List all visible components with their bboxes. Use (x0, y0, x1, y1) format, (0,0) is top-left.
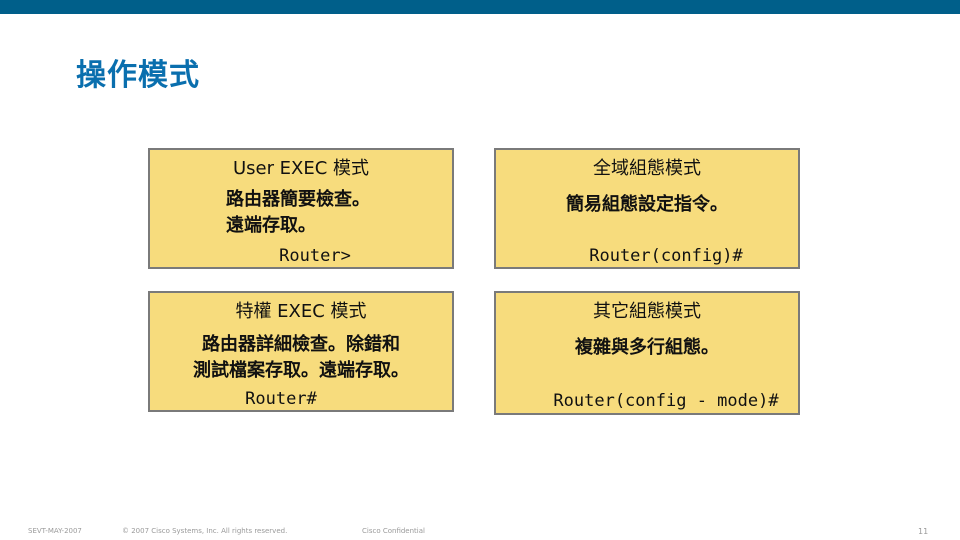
slide-title: 操作模式 (76, 58, 200, 93)
description-line: 路由器簡要檢查。 (226, 189, 370, 210)
footer-confidential: Cisco Confidential (362, 527, 425, 535)
description-line: 簡易組態設定指令。 (566, 194, 728, 215)
privileged-exec-mode-prompt: Router# (245, 389, 317, 409)
global-config-mode-description: 簡易組態設定指令。 (496, 192, 798, 218)
page-number: 11 (918, 527, 929, 536)
description-line: 路由器詳細檢查。除錯和 (202, 334, 400, 355)
privileged-exec-mode-box: 特權 EXEC 模式 路由器詳細檢查。除錯和 測試檔案存取。遠端存取。 Rout… (148, 291, 454, 412)
other-config-mode-title: 其它組態模式 (593, 301, 701, 322)
other-config-mode-description: 複雜與多行組態。 (496, 335, 798, 361)
user-exec-mode-title: User EXEC 模式 (232, 158, 370, 179)
footer-copyright: © 2007 Cisco Systems, Inc. All rights re… (122, 527, 288, 535)
global-config-mode-prompt: Router(config)# (589, 246, 743, 266)
user-exec-mode-description: 路由器簡要檢查。 遠端存取。 (226, 187, 370, 239)
other-config-mode-box: 其它組態模式 複雜與多行組態。 Router(config - mode)# (494, 291, 800, 415)
user-exec-mode-prompt: Router> (279, 246, 351, 266)
privileged-exec-mode-description: 路由器詳細檢查。除錯和 測試檔案存取。遠端存取。 (150, 332, 452, 384)
description-line: 遠端存取。 (226, 215, 316, 236)
top-banner-bar (0, 0, 960, 14)
global-config-mode-box: 全域組態模式 簡易組態設定指令。 Router(config)# (494, 148, 800, 269)
global-config-mode-title: 全域組態模式 (593, 158, 701, 179)
footer-date: SEVT-MAY-2007 (28, 527, 82, 535)
privileged-exec-mode-title: 特權 EXEC 模式 (235, 301, 367, 322)
other-config-mode-prompt: Router(config - mode)# (553, 391, 779, 411)
description-line: 複雜與多行組態。 (575, 337, 719, 358)
user-exec-mode-box: User EXEC 模式 路由器簡要檢查。 遠端存取。 Router> (148, 148, 454, 269)
description-line: 測試檔案存取。遠端存取。 (193, 360, 409, 381)
